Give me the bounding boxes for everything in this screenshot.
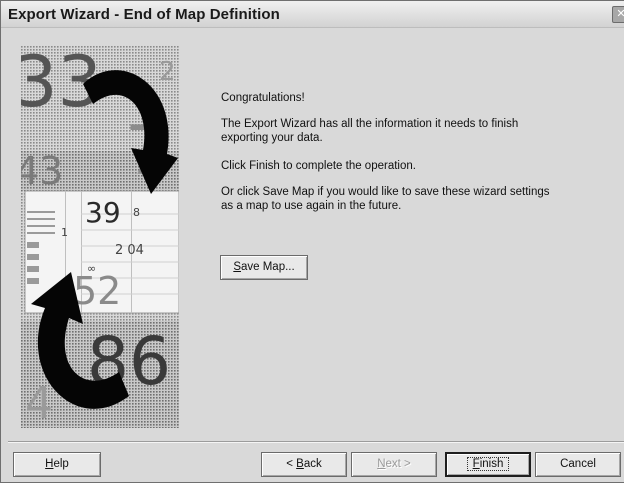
illustration-number: 1 xyxy=(61,226,68,239)
completion-message: The Export Wizard has all the informatio… xyxy=(221,118,519,144)
help-button[interactable]: Help xyxy=(13,452,101,477)
back-mnemonic: B xyxy=(296,458,304,470)
help-label: elp xyxy=(53,458,69,470)
wizard-illustration-graphic: 33 2 7 43 39 8 1 2 04 ∞ 52 86 4 xyxy=(21,46,179,428)
save-map-mnemonic: S xyxy=(233,261,241,273)
cancel-label: Cancel xyxy=(560,458,596,470)
next-button[interactable]: Next > xyxy=(351,452,437,477)
illustration-number: 52 xyxy=(73,269,121,313)
illustration-number: 8 xyxy=(133,206,140,219)
next-mnemonic: N xyxy=(377,458,386,470)
finish-button[interactable]: Finish xyxy=(445,452,531,477)
button-separator xyxy=(8,441,624,443)
title-bar[interactable]: Export Wizard - End of Map Definition ✕ xyxy=(1,1,624,28)
illustration-number: 2 04 xyxy=(115,243,144,258)
close-icon[interactable]: ✕ xyxy=(612,6,624,23)
cancel-button[interactable]: Cancel xyxy=(535,452,621,477)
congratulations-heading: Congratulations! xyxy=(221,92,305,104)
save-map-instruction: Or click Save Map if you would like to s… xyxy=(221,186,550,212)
illustration-number: 39 xyxy=(85,196,121,229)
illustration-number: 4 xyxy=(25,378,53,428)
save-map-label: ave Map... xyxy=(240,261,295,273)
back-label: ack xyxy=(303,458,322,470)
wizard-illustration: 33 2 7 43 39 8 1 2 04 ∞ 52 86 4 xyxy=(21,46,179,428)
finish-focus-ring: Finish xyxy=(466,457,510,471)
next-label: ext > xyxy=(385,458,411,470)
back-prefix: < xyxy=(286,458,297,470)
save-map-button[interactable]: Save Map... xyxy=(220,255,308,280)
finish-instruction: Click Finish to complete the operation. xyxy=(221,160,416,172)
finish-mnemonic: F xyxy=(472,458,480,470)
wizard-content: Congratulations! The Export Wizard has a… xyxy=(221,91,551,225)
back-button[interactable]: < Back xyxy=(261,452,347,477)
export-wizard-dialog: Export Wizard - End of Map Definition ✕ xyxy=(0,0,624,483)
illustration-number: 2 xyxy=(159,57,176,87)
window-title: Export Wizard - End of Map Definition xyxy=(8,6,280,23)
finish-label: inish xyxy=(479,458,504,470)
illustration-number: 43 xyxy=(21,149,63,193)
